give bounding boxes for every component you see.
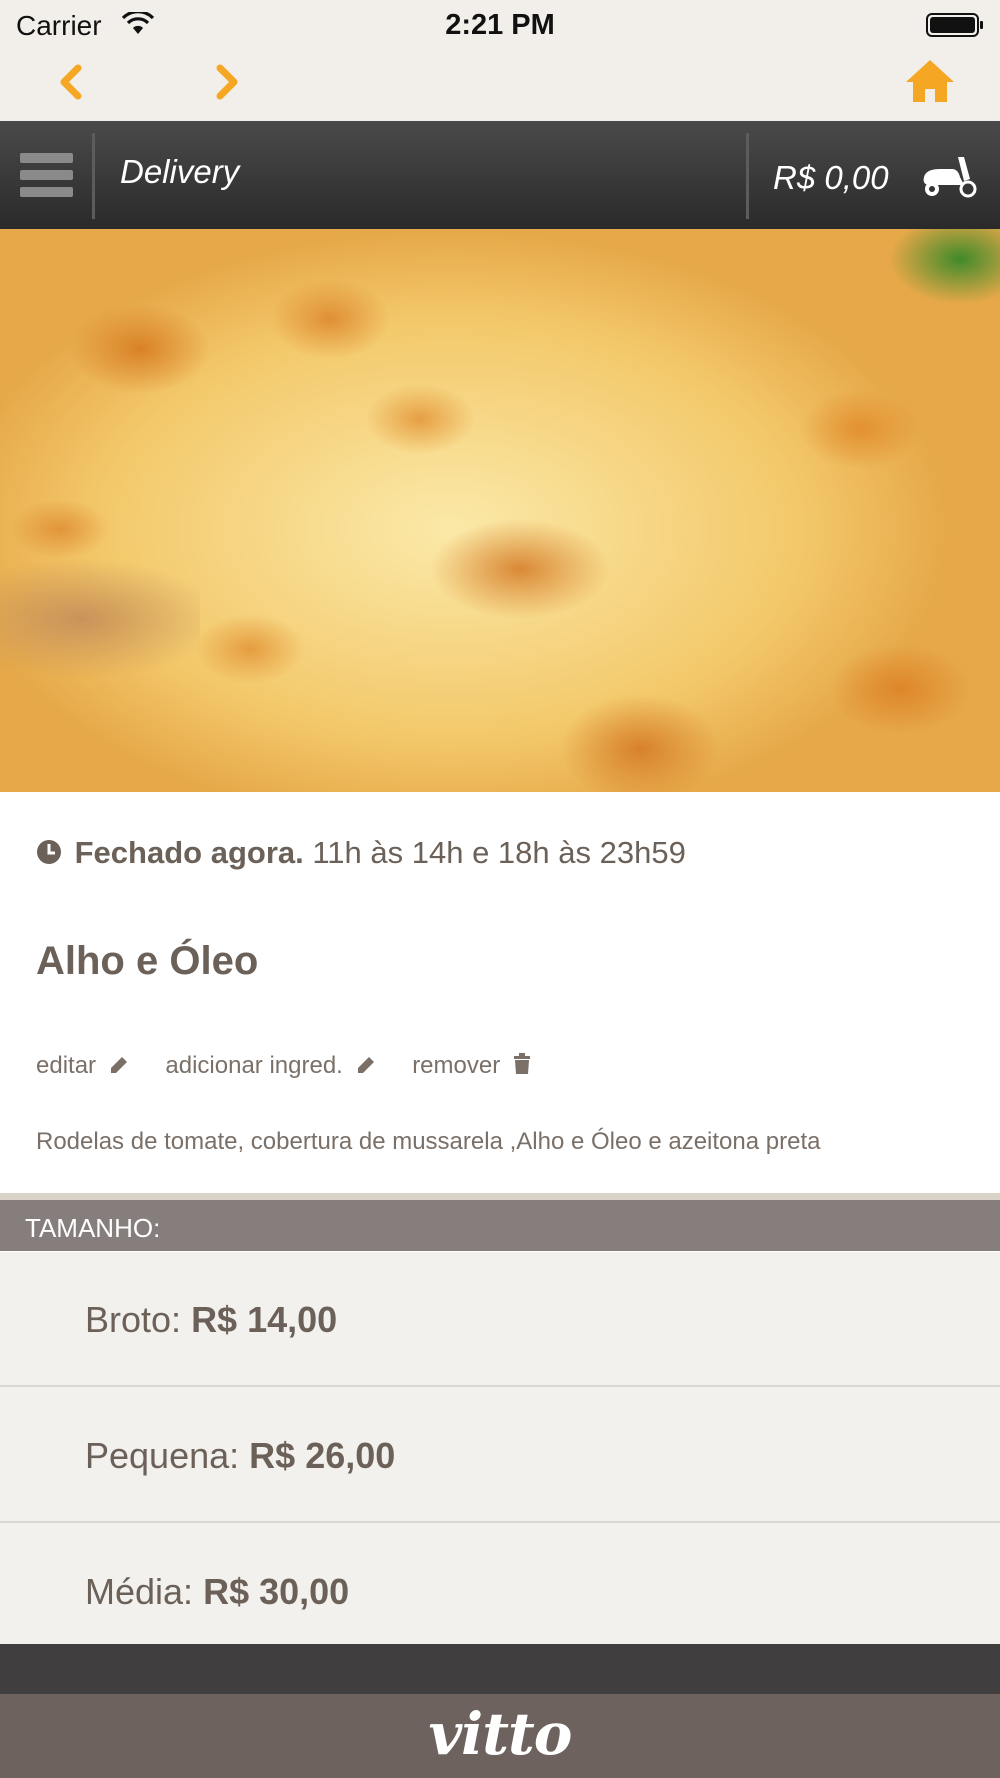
size-option-price: R$ 30,00 <box>203 1571 350 1612</box>
menu-button[interactable] <box>0 121 94 229</box>
app-header: Delivery R$ 0,00 <box>0 121 1000 229</box>
footer: vitto <box>0 1694 1000 1778</box>
status-bar: Carrier 2:21 PM <box>0 0 1000 48</box>
chevron-left-icon[interactable] <box>54 62 86 102</box>
size-option-label: Broto: R$ 14,00 <box>85 1299 338 1340</box>
size-option-price: R$ 14,00 <box>191 1299 338 1340</box>
size-option-label: Pequena: R$ 26,00 <box>85 1435 396 1476</box>
edit-button[interactable]: editar <box>36 1052 129 1080</box>
product-actions: editar adicionar ingred. remover <box>36 1052 561 1080</box>
add-ingredient-button[interactable]: adicionar ingred. <box>165 1052 375 1080</box>
home-icon[interactable] <box>904 58 956 104</box>
browser-nav-bar <box>0 48 1000 121</box>
pizza-photo <box>0 229 1000 792</box>
product-description: Rodelas de tomate, cobertura de mussarel… <box>36 1128 821 1155</box>
hamburger-icon <box>20 153 73 163</box>
store-hours-text: 11h às 14h e 18h às 23h59 <box>312 835 686 870</box>
remove-label: remover <box>412 1052 501 1079</box>
header-divider <box>92 133 95 219</box>
section-divider <box>0 1193 1000 1200</box>
clock-time: 2:21 PM <box>445 9 555 41</box>
clock-icon <box>37 840 61 864</box>
chevron-right-icon[interactable] <box>212 62 244 102</box>
store-status: Fechado agora. <box>74 835 304 870</box>
add-ingredient-label: adicionar ingred. <box>165 1052 343 1079</box>
header-divider <box>746 133 749 219</box>
footer-bar <box>0 1644 1000 1694</box>
size-option-price: R$ 26,00 <box>249 1435 396 1476</box>
size-options-list: Broto: R$ 14,00 Pequena: R$ 26,00 Média:… <box>0 1252 1000 1644</box>
size-option-media[interactable]: Média: R$ 30,00 <box>0 1524 1000 1659</box>
scooter-icon[interactable] <box>918 155 978 199</box>
remove-button[interactable]: remover <box>412 1052 531 1080</box>
size-option-label: Média: R$ 30,00 <box>85 1571 350 1612</box>
pencil-icon <box>110 1057 127 1073</box>
battery-icon <box>926 13 983 37</box>
size-option-pequena[interactable]: Pequena: R$ 26,00 <box>0 1388 1000 1523</box>
basil-leaf <box>880 229 1000 319</box>
page-title: Delivery <box>120 153 240 190</box>
size-section-title: TAMANHO: <box>25 1213 161 1243</box>
wooden-board <box>0 559 200 679</box>
brand-logo: vitto <box>428 1700 572 1768</box>
size-section-header: TAMANHO: <box>0 1200 1000 1251</box>
edit-label: editar <box>36 1052 97 1079</box>
store-hours: Fechado agora. 11h às 14h e 18h às 23h59 <box>36 835 686 871</box>
pencil-icon <box>357 1057 374 1073</box>
size-option-broto[interactable]: Broto: R$ 14,00 <box>0 1252 1000 1387</box>
trash-icon <box>513 1053 530 1074</box>
cart-total[interactable]: R$ 0,00 <box>773 159 889 197</box>
product-title: Alho e Óleo <box>36 939 259 983</box>
